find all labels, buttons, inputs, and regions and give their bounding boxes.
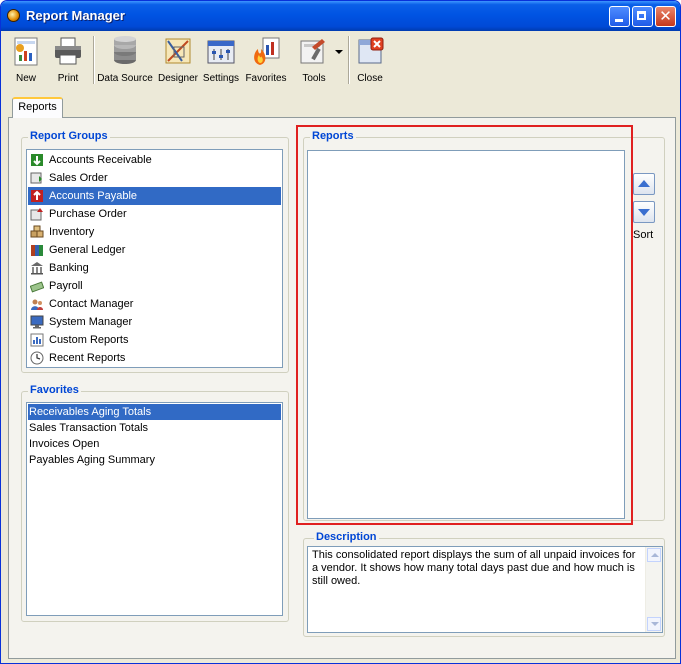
- settings-label: Settings: [202, 73, 240, 84]
- scroll-up-icon: [651, 553, 659, 557]
- app-icon: [7, 9, 20, 22]
- list-item[interactable]: Payroll: [28, 277, 281, 295]
- printer-icon: [55, 37, 81, 65]
- accounts-payable-icon: [31, 190, 43, 202]
- new-label: New: [15, 73, 36, 84]
- minimize-icon: [615, 19, 623, 22]
- new-button[interactable]: New: [7, 32, 45, 88]
- print-label: Print: [57, 73, 79, 84]
- purchase-order-icon: [30, 208, 43, 221]
- tools-dropdown-arrow-icon[interactable]: [335, 50, 343, 54]
- scroll-up-button[interactable]: [647, 548, 661, 562]
- tools-label: Tools: [302, 73, 326, 84]
- arrow-down-icon: [638, 209, 650, 216]
- contacts-icon: [31, 299, 43, 310]
- list-item-label: System Manager: [49, 316, 133, 328]
- tools-button[interactable]: Tools: [295, 32, 333, 88]
- new-report-icon: [14, 37, 38, 66]
- inventory-icon: [30, 225, 44, 238]
- scroll-down-icon: [651, 622, 659, 626]
- list-item-label: Accounts Payable: [49, 190, 138, 202]
- list-item-label: Recent Reports: [49, 352, 126, 364]
- description-title: Description: [314, 531, 379, 543]
- print-button[interactable]: Print: [49, 32, 87, 88]
- tools-icon: [300, 39, 325, 64]
- list-item[interactable]: Accounts Payable: [28, 187, 281, 205]
- sort-up-button[interactable]: [633, 173, 655, 195]
- list-item[interactable]: Sales Transaction Totals: [28, 420, 281, 436]
- list-item-label: Banking: [49, 262, 89, 274]
- favorites-title: Favorites: [28, 384, 81, 396]
- clock-icon: [30, 351, 44, 365]
- maximize-icon: [637, 11, 646, 20]
- title-bar[interactable]: Report Manager ✕: [1, 1, 680, 31]
- list-item-label: Accounts Receivable: [49, 154, 152, 166]
- maximize-button[interactable]: [632, 6, 653, 27]
- minimize-button[interactable]: [609, 6, 630, 27]
- monitor-icon: [30, 315, 44, 329]
- toolbar: New Print Data Source Designer Settings …: [5, 32, 678, 90]
- bank-icon: [31, 262, 43, 275]
- description-box[interactable]: This consolidated report displays the su…: [307, 546, 663, 633]
- report-groups-title: Report Groups: [28, 130, 110, 142]
- list-item[interactable]: Recent Reports: [28, 349, 281, 367]
- list-item-label: Payroll: [49, 280, 83, 292]
- close-label: Close: [357, 73, 383, 84]
- payroll-icon: [30, 281, 44, 293]
- list-item[interactable]: Payables Aging Summary: [28, 452, 281, 468]
- list-item[interactable]: Contact Manager: [28, 295, 281, 313]
- list-item[interactable]: Banking: [28, 259, 281, 277]
- toolbar-separator: [93, 36, 94, 84]
- highlight-box: [296, 125, 633, 525]
- data-source-button[interactable]: Data Source: [97, 32, 153, 88]
- description-scrollbar[interactable]: [645, 547, 662, 632]
- list-item[interactable]: General Ledger: [28, 241, 281, 259]
- list-item[interactable]: Inventory: [28, 223, 281, 241]
- close-button[interactable]: Close: [352, 32, 388, 88]
- list-item-label: Custom Reports: [49, 334, 129, 346]
- arrow-up-icon: [638, 180, 650, 187]
- list-item-label: Inventory: [49, 226, 95, 238]
- sort-down-button[interactable]: [633, 201, 655, 223]
- report-groups-list[interactable]: Accounts Receivable Sales Order Accounts…: [26, 149, 283, 368]
- list-item-label: Purchase Order: [49, 208, 127, 220]
- list-item[interactable]: Invoices Open: [28, 436, 281, 452]
- window-title: Report Manager: [26, 8, 125, 23]
- close-icon: ✕: [659, 7, 672, 25]
- list-item[interactable]: System Manager: [28, 313, 281, 331]
- close-window-button[interactable]: ✕: [655, 6, 676, 27]
- data-source-label: Data Source: [97, 73, 153, 84]
- list-item[interactable]: Purchase Order: [28, 205, 281, 223]
- designer-label: Designer: [157, 73, 199, 84]
- favorites-icon: [254, 37, 280, 65]
- settings-icon: [207, 40, 235, 64]
- close-report-icon: [358, 37, 384, 64]
- scroll-down-button[interactable]: [647, 617, 661, 631]
- list-item[interactable]: Accounts Receivable: [28, 151, 281, 169]
- tab-reports[interactable]: Reports: [12, 97, 63, 118]
- settings-button[interactable]: Settings: [200, 32, 242, 88]
- favorites-label: Favorites: [245, 73, 287, 84]
- list-item-label: Sales Order: [49, 172, 108, 184]
- toolbar-separator: [348, 36, 349, 84]
- list-item[interactable]: Sales Order: [28, 169, 281, 187]
- favorites-button[interactable]: Favorites: [243, 32, 289, 88]
- sort-label: Sort: [633, 229, 654, 241]
- list-item-label: Contact Manager: [49, 298, 134, 310]
- list-item[interactable]: Receivables Aging Totals: [28, 404, 281, 420]
- list-item[interactable]: Custom Reports: [28, 331, 281, 349]
- report-manager-window: Report Manager ✕ New Print Data Source D…: [0, 0, 681, 664]
- designer-button[interactable]: Designer: [156, 32, 200, 88]
- database-icon: [114, 36, 136, 64]
- description-text: This consolidated report displays the su…: [312, 549, 636, 587]
- list-item-label: General Ledger: [49, 244, 126, 256]
- designer-icon: [165, 38, 191, 64]
- sales-order-icon: [30, 172, 42, 184]
- general-ledger-icon: [31, 245, 43, 256]
- accounts-receivable-icon: [31, 154, 43, 166]
- custom-report-icon: [30, 333, 44, 347]
- favorites-list[interactable]: Receivables Aging Totals Sales Transacti…: [26, 402, 283, 616]
